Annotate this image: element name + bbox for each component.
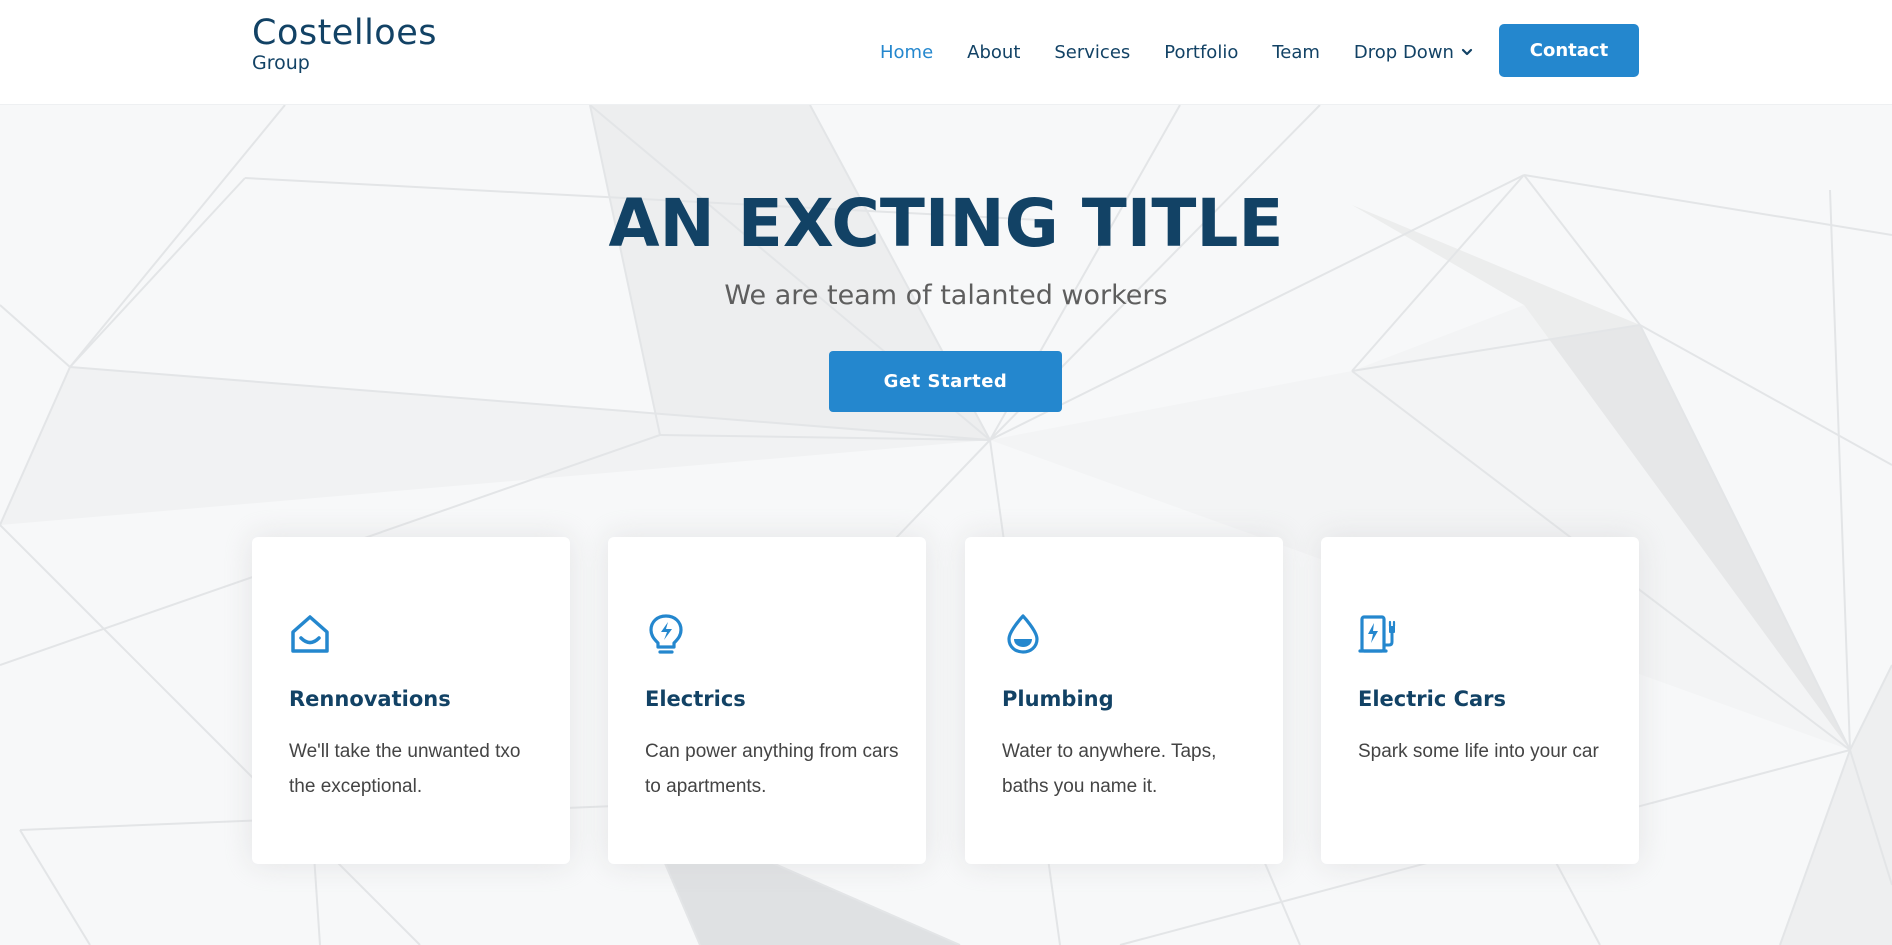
nav-label: Drop Down	[1353, 41, 1454, 63]
nav-label: Services	[1054, 41, 1131, 63]
chevron-down-icon	[1461, 48, 1473, 56]
service-title: Electric Cars	[1358, 687, 1507, 711]
hero-title: AN EXCTING TITLE	[608, 185, 1284, 262]
water-drop-icon	[1007, 614, 1039, 654]
service-title: Rennovations	[289, 687, 451, 711]
nav-label: Home	[880, 41, 934, 63]
site-header: Costelloes Group Home About Services Por…	[0, 0, 1892, 105]
lightbulb-bolt-icon	[649, 614, 683, 654]
hero-subtitle: We are team of talanted workers	[724, 280, 1168, 311]
service-description: We'll take the unwanted txo the exceptio…	[289, 741, 521, 797]
nav-label: About	[967, 41, 1021, 63]
nav-item-home[interactable]: Home	[880, 42, 933, 63]
nav-item-team[interactable]: Team	[1272, 42, 1320, 63]
house-smile-icon	[291, 615, 329, 653]
service-description: Spark some life into your car	[1358, 741, 1599, 762]
logo[interactable]: Costelloes Group	[252, 14, 437, 74]
hero-section: AN EXCTING TITLE We are team of talanted…	[0, 105, 1892, 945]
logo-tagline: Group	[252, 52, 310, 74]
service-card-electric-cars[interactable]: Electric Cars Spark some life into your …	[1321, 537, 1639, 864]
nav-item-portfolio[interactable]: Portfolio	[1164, 42, 1238, 63]
get-started-button[interactable]: Get Started	[829, 351, 1062, 412]
main-nav: Home About Services Portfolio Team Drop …	[880, 0, 1508, 104]
service-description: Water to anywhere. Taps, baths you name …	[1002, 741, 1217, 797]
service-description: Can power anything from cars to apartmen…	[645, 741, 899, 797]
service-card-electrics[interactable]: Electrics Can power anything from cars t…	[608, 537, 926, 864]
service-card-rennovations[interactable]: Rennovations We'll take the unwanted txo…	[252, 537, 570, 864]
nav-label: Portfolio	[1164, 41, 1239, 63]
ev-charging-station-icon	[1358, 615, 1396, 653]
nav-item-dropdown[interactable]: Drop Down	[1354, 42, 1474, 63]
nav-item-about[interactable]: About	[967, 42, 1020, 63]
service-card-plumbing[interactable]: Plumbing Water to anywhere. Taps, baths …	[965, 537, 1283, 864]
logo-name: Costelloes	[252, 13, 437, 53]
nav-label: Team	[1272, 41, 1320, 63]
nav-item-services[interactable]: Services	[1054, 42, 1130, 63]
service-title: Plumbing	[1002, 687, 1114, 711]
service-title: Electrics	[645, 687, 746, 711]
contact-button[interactable]: Contact	[1499, 24, 1639, 77]
